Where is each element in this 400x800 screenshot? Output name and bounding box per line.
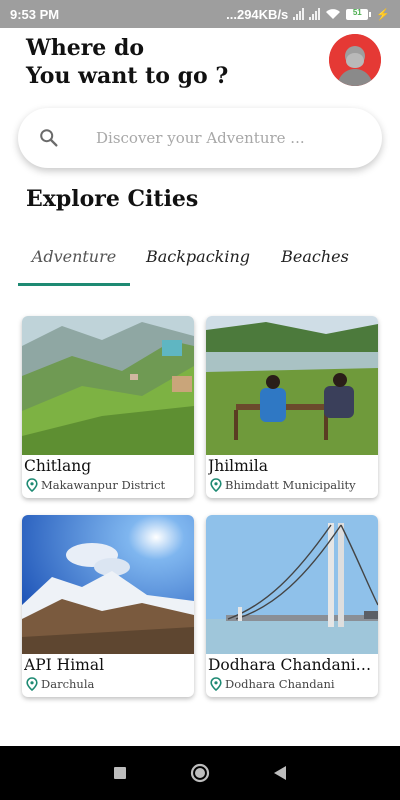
- city-location-text: Dodhara Chandani: [225, 677, 335, 691]
- city-location: Bhimdatt Municipality: [210, 478, 356, 492]
- location-pin-icon: [210, 677, 222, 691]
- page-title-line1: Where do: [26, 35, 145, 61]
- active-tab-indicator: [18, 283, 130, 286]
- city-location-text: Darchula: [41, 677, 95, 691]
- triangle-back-icon: [274, 766, 286, 780]
- square-icon: [114, 767, 126, 779]
- search-input[interactable]: [96, 129, 356, 147]
- status-time: 9:53 PM: [10, 6, 60, 22]
- city-image: [22, 316, 194, 455]
- search-icon[interactable]: [38, 127, 60, 149]
- nav-back-button[interactable]: [268, 761, 292, 785]
- page-title: Where do You want to go ?: [26, 34, 228, 90]
- status-icons: ...294KB/s 51 ⚡: [226, 7, 390, 22]
- city-image: [206, 316, 378, 455]
- search-bar[interactable]: [18, 108, 382, 168]
- system-nav-bar: [0, 746, 400, 800]
- location-pin-icon: [210, 478, 222, 492]
- city-location: Makawanpur District: [26, 478, 165, 492]
- tab-backpacking[interactable]: Backpacking: [138, 240, 258, 284]
- location-pin-icon: [26, 478, 38, 492]
- city-location: Dodhara Chandani: [210, 677, 335, 691]
- city-title: API Himal: [24, 656, 105, 674]
- location-pin-icon: [26, 677, 38, 691]
- status-bar: 9:53 PM ...294KB/s 51 ⚡: [0, 0, 400, 28]
- charging-icon: ⚡: [376, 8, 390, 21]
- city-title: Jhilmila: [208, 457, 268, 475]
- city-card-api-himal[interactable]: API Himal Darchula: [22, 515, 194, 697]
- wifi-icon: [326, 9, 341, 19]
- nav-home-button[interactable]: [188, 761, 212, 785]
- city-image: [22, 515, 194, 654]
- page-title-line2: You want to go ?: [26, 63, 229, 89]
- user-avatar-icon: [329, 34, 381, 86]
- city-title: Chitlang: [24, 457, 92, 475]
- tab-beaches[interactable]: Beaches: [270, 240, 360, 284]
- section-title: Explore Cities: [26, 186, 199, 212]
- network-speed: ...294KB/s: [226, 6, 289, 22]
- category-tabs: Adventure Backpacking Beaches: [18, 240, 382, 286]
- circle-icon: [190, 763, 210, 783]
- city-card-dodhara-chandani[interactable]: Dodhara Chandani ... Dodhara Chandani: [206, 515, 378, 697]
- signal-icon: [293, 8, 305, 20]
- battery-level: 51: [352, 7, 362, 17]
- city-location-text: Makawanpur District: [41, 478, 166, 492]
- battery-icon: 51: [346, 7, 372, 20]
- tab-adventure[interactable]: Adventure: [18, 240, 130, 284]
- city-card-jhilmila[interactable]: Jhilmila Bhimdatt Municipality: [206, 316, 378, 498]
- city-title: Dodhara Chandani ...: [208, 656, 374, 674]
- city-card-chitlang[interactable]: Chitlang Makawanpur District: [22, 316, 194, 498]
- city-location-text: Bhimdatt Municipality: [225, 478, 356, 492]
- city-location: Darchula: [26, 677, 94, 691]
- signal-icon-2: [309, 8, 321, 20]
- city-image: [206, 515, 378, 654]
- nav-recents-button[interactable]: [108, 761, 132, 785]
- avatar[interactable]: [329, 34, 381, 86]
